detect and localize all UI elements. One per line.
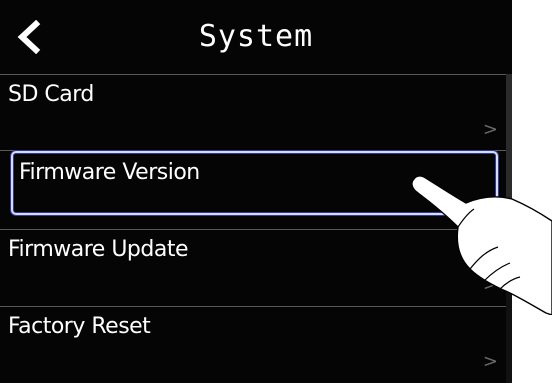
chevron-right-icon: > — [482, 351, 498, 372]
menu-item-sd-card[interactable]: SD Card > — [0, 76, 504, 152]
menu-item-label: Firmware Update — [8, 237, 189, 262]
chevron-right-icon: > — [482, 119, 498, 140]
divider — [0, 74, 512, 75]
header: System — [0, 0, 512, 74]
menu-item-label: SD Card — [8, 82, 94, 107]
menu-item-factory-reset[interactable]: Factory Reset > — [0, 308, 504, 384]
menu-item-label: Factory Reset — [8, 314, 151, 339]
pointing-hand-icon — [411, 175, 552, 315]
menu-item-label: Firmware Version — [19, 160, 200, 185]
page-title: System — [198, 19, 314, 54]
